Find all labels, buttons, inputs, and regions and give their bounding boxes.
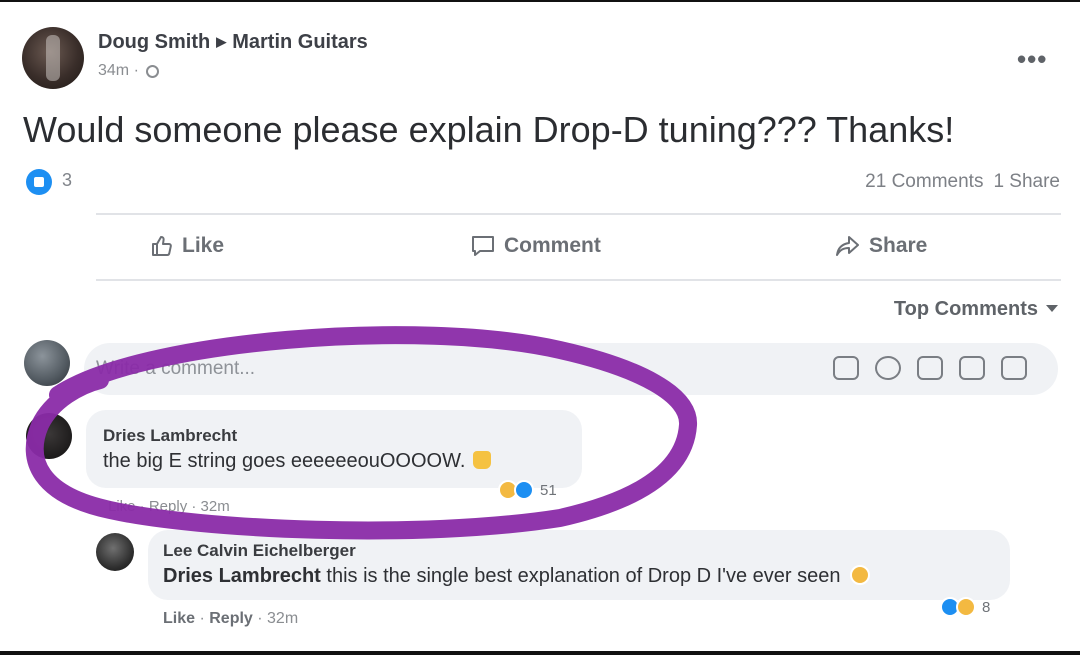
divider: [96, 279, 1061, 281]
avatar-sticker-icon[interactable]: [833, 356, 859, 380]
commenter-name[interactable]: Dries Lambrecht: [103, 426, 237, 446]
bottom-frame-border: [0, 651, 1080, 655]
post-author-line: Doug Smith ▶ Martin Guitars: [98, 31, 368, 54]
comment-input-placeholder[interactable]: Write a comment...: [96, 358, 255, 380]
reply-meta: Like · Reply · 32m: [163, 610, 299, 627]
reply-reply-link[interactable]: Reply: [209, 610, 253, 627]
comment-bubble-icon: [472, 236, 494, 256]
gif-icon[interactable]: [959, 356, 985, 380]
reaction-count[interactable]: 3: [62, 170, 72, 191]
share-arrow-icon: [836, 236, 859, 256]
reply-text: Dries Lambrecht this is the single best …: [163, 565, 871, 588]
composer-tools: [833, 356, 1027, 380]
comment-reactions[interactable]: 51: [498, 480, 557, 500]
comment-meta[interactable]: Like · Reply · 32m: [108, 498, 230, 515]
thumbs-up-icon: [152, 236, 172, 256]
top-frame-border: [0, 0, 1080, 2]
reply-time[interactable]: 32m: [267, 610, 298, 627]
author-avatar[interactable]: [22, 27, 84, 89]
comment-bubble: [86, 410, 582, 488]
emoji-icon[interactable]: [875, 356, 901, 380]
mention-link[interactable]: Dries Lambrecht: [163, 565, 321, 587]
comment-sort-label: Top Comments: [893, 298, 1038, 320]
post-time[interactable]: 34m: [98, 62, 129, 79]
globe-icon: [146, 65, 160, 78]
post-meta: 34m ·: [98, 62, 160, 80]
laughing-emoji-icon: [850, 565, 871, 585]
author-name-link[interactable]: Doug Smith: [98, 31, 210, 53]
comments-count-link[interactable]: 21 Comments: [865, 171, 983, 192]
reply-text-body: this is the single best explanation of D…: [326, 565, 841, 587]
arrow-right-icon: ▶: [216, 34, 227, 49]
reply-like-link[interactable]: Like: [163, 610, 195, 627]
haha-reaction-icon: [956, 597, 976, 617]
like-reaction-icon: [514, 480, 534, 500]
thumbs-up-emoji-icon: [473, 451, 492, 469]
comment-text: the big E string goes eeeeeeouOOOOW.: [103, 450, 492, 473]
reply-author-name[interactable]: Lee Calvin Eichelberger: [163, 541, 356, 561]
reply-author-avatar[interactable]: [96, 533, 134, 571]
reply-reaction-count: 8: [982, 598, 991, 616]
more-options-button[interactable]: •••: [1017, 44, 1047, 75]
target-page-link[interactable]: Martin Guitars: [232, 31, 368, 53]
current-user-avatar: [24, 340, 70, 386]
comment-reaction-count: 51: [540, 481, 557, 499]
divider: [96, 213, 1061, 215]
shares-count-link[interactable]: 1 Share: [993, 171, 1060, 192]
commenter-avatar[interactable]: [26, 413, 72, 459]
comment-sort-dropdown[interactable]: Top Comments: [894, 298, 1058, 321]
reply-reactions[interactable]: 8: [940, 597, 990, 617]
like-reaction-icon[interactable]: [26, 169, 52, 195]
post-stats: 21 Comments 1 Share: [865, 171, 1060, 193]
camera-icon[interactable]: [917, 356, 943, 380]
comment-label: Comment: [504, 234, 601, 257]
sticker-icon[interactable]: [1001, 356, 1027, 380]
comment-text-body: the big E string goes eeeeeeouOOOOW.: [103, 450, 466, 472]
like-button[interactable]: Like: [150, 234, 224, 258]
share-button[interactable]: Share: [835, 234, 927, 258]
caret-down-icon: [1046, 305, 1058, 312]
comment-button[interactable]: Comment: [470, 234, 601, 258]
post-text: Would someone please explain Drop-D tuni…: [23, 109, 955, 150]
like-label: Like: [182, 234, 225, 257]
share-label: Share: [869, 234, 928, 257]
